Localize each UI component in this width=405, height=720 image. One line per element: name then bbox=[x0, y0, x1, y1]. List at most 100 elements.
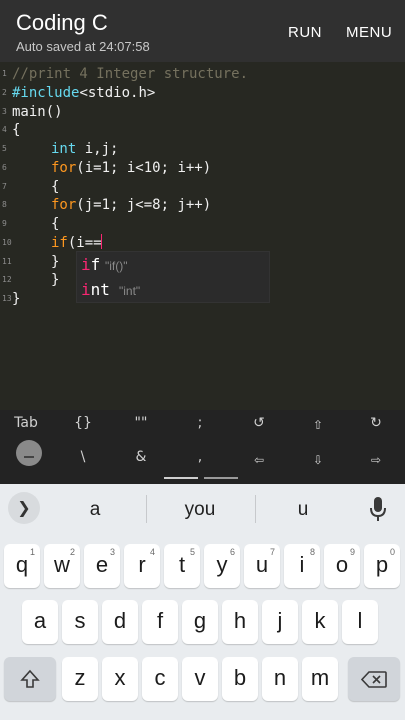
suggestion-word[interactable]: you bbox=[172, 499, 228, 521]
key-y[interactable]: y6 bbox=[204, 544, 240, 588]
line-number: 2 bbox=[2, 88, 7, 97]
key-h[interactable]: h bbox=[222, 600, 258, 644]
code-line[interactable]: 9 { bbox=[0, 215, 405, 233]
key-e[interactable]: e3 bbox=[84, 544, 120, 588]
key-f[interactable]: f bbox=[142, 600, 178, 644]
key-n[interactable]: n bbox=[262, 657, 298, 701]
text-cursor bbox=[100, 234, 103, 249]
undo-icon[interactable]: ↺ bbox=[239, 415, 279, 431]
comma-key[interactable]: , bbox=[180, 449, 220, 465]
key-m[interactable]: m bbox=[302, 657, 338, 701]
key-w[interactable]: w2 bbox=[44, 544, 80, 588]
key-v[interactable]: v bbox=[182, 657, 218, 701]
tab-key[interactable]: Tab bbox=[6, 415, 46, 431]
braces-key[interactable]: {} bbox=[63, 415, 103, 431]
code-text: i,j; bbox=[76, 141, 119, 157]
code-text: (i=1; i<10; i++) bbox=[76, 160, 212, 176]
arrow-down-icon[interactable]: ⇩ bbox=[298, 453, 338, 467]
microphone-icon[interactable] bbox=[368, 496, 388, 522]
code-line[interactable]: 5 int i,j; bbox=[0, 140, 405, 158]
suggestion-word[interactable]: a bbox=[70, 499, 120, 521]
code-line[interactable]: 3 main() bbox=[0, 103, 405, 121]
code-line[interactable]: 6 for(i=1; i<10; i++) bbox=[0, 159, 405, 177]
chevron-right-icon: ❯ bbox=[17, 498, 31, 517]
code-editor[interactable]: 1 //print 4 Integer structure. 2 #includ… bbox=[0, 62, 405, 410]
suggestion-divider bbox=[146, 495, 147, 523]
key-d[interactable]: d bbox=[102, 600, 138, 644]
ampersand-key[interactable]: & bbox=[121, 449, 161, 465]
escape-button[interactable] bbox=[16, 440, 42, 466]
autocomplete-word: if bbox=[81, 255, 101, 274]
backspace-icon bbox=[361, 671, 387, 688]
autosave-status: Auto saved at 24:07:58 bbox=[16, 39, 150, 54]
code-text: main() bbox=[12, 104, 63, 120]
code-line[interactable]: 1 //print 4 Integer structure. bbox=[0, 65, 405, 83]
control-keyword: for bbox=[51, 160, 77, 176]
autocomplete-item-if[interactable]: if "if()" bbox=[81, 253, 267, 277]
code-text: } bbox=[51, 272, 60, 288]
autocomplete-word: int bbox=[81, 280, 110, 299]
arrow-up-icon[interactable]: ⇧ bbox=[298, 418, 338, 432]
code-text: { bbox=[51, 179, 60, 195]
code-line[interactable]: 8 for(j=1; j<=8; j++) bbox=[0, 196, 405, 214]
arrow-right-icon[interactable]: ⇨ bbox=[356, 453, 396, 467]
code-text: <stdio.h> bbox=[79, 85, 156, 101]
key-t[interactable]: t5 bbox=[164, 544, 200, 588]
preprocessor-keyword: #include bbox=[12, 85, 80, 101]
code-line[interactable]: 7 { bbox=[0, 178, 405, 196]
app-title: Coding C bbox=[16, 10, 108, 35]
code-text: (i== bbox=[67, 235, 102, 251]
arrow-left-icon[interactable]: ⇦ bbox=[239, 453, 279, 467]
line-number: 10 bbox=[2, 238, 12, 247]
line-number: 8 bbox=[2, 200, 7, 209]
code-text: } bbox=[51, 254, 60, 270]
menu-button[interactable]: MENU bbox=[346, 24, 392, 41]
key-z[interactable]: z bbox=[62, 657, 98, 701]
code-line[interactable]: 2 #include<stdio.h> bbox=[0, 84, 405, 102]
shift-key[interactable] bbox=[4, 657, 56, 701]
suggestion-word[interactable]: u bbox=[280, 499, 326, 521]
code-line[interactable]: 4 { bbox=[0, 121, 405, 139]
comment-text: //print 4 Integer structure. bbox=[12, 66, 249, 82]
code-text: { bbox=[51, 216, 60, 232]
backspace-key[interactable] bbox=[348, 657, 400, 701]
key-c[interactable]: c bbox=[142, 657, 178, 701]
quotes-key[interactable]: "" bbox=[121, 415, 161, 431]
line-number: 11 bbox=[2, 257, 12, 266]
key-q[interactable]: q1 bbox=[4, 544, 40, 588]
semicolon-key[interactable]: ; bbox=[180, 415, 220, 431]
redo-icon[interactable]: ↻ bbox=[356, 415, 396, 431]
keyboard-expand-button[interactable]: ❯ bbox=[8, 492, 40, 524]
code-text: } bbox=[12, 291, 21, 307]
code-line[interactable]: 10 if(i== bbox=[0, 234, 405, 252]
line-number: 12 bbox=[2, 275, 12, 284]
line-number: 6 bbox=[2, 163, 7, 172]
run-button[interactable]: RUN bbox=[288, 24, 322, 41]
line-number: 9 bbox=[2, 219, 7, 228]
backslash-key[interactable]: \ bbox=[63, 449, 103, 465]
key-r[interactable]: r4 bbox=[124, 544, 160, 588]
shift-icon bbox=[20, 669, 40, 688]
line-number: 4 bbox=[2, 125, 7, 134]
line-number: 5 bbox=[2, 144, 7, 153]
autocomplete-item-int[interactable]: int "int" bbox=[81, 278, 267, 302]
control-keyword: if bbox=[51, 235, 68, 251]
key-k[interactable]: k bbox=[302, 600, 338, 644]
key-p[interactable]: p0 bbox=[364, 544, 400, 588]
key-l[interactable]: l bbox=[342, 600, 378, 644]
key-u[interactable]: u7 bbox=[244, 544, 280, 588]
key-b[interactable]: b bbox=[222, 657, 258, 701]
key-x[interactable]: x bbox=[102, 657, 138, 701]
key-s[interactable]: s bbox=[62, 600, 98, 644]
key-o[interactable]: o9 bbox=[324, 544, 360, 588]
key-j[interactable]: j bbox=[262, 600, 298, 644]
code-text: (j=1; j<=8; j++) bbox=[76, 197, 212, 213]
key-a[interactable]: a bbox=[22, 600, 58, 644]
toolbar-page-indicator bbox=[164, 477, 198, 479]
app-bar: Coding C Auto saved at 24:07:58 RUN MENU bbox=[0, 0, 405, 62]
autocomplete-hint: "if()" bbox=[105, 259, 128, 273]
line-number: 3 bbox=[2, 107, 7, 116]
key-g[interactable]: g bbox=[182, 600, 218, 644]
line-number: 13 bbox=[2, 294, 12, 303]
key-i[interactable]: i8 bbox=[284, 544, 320, 588]
